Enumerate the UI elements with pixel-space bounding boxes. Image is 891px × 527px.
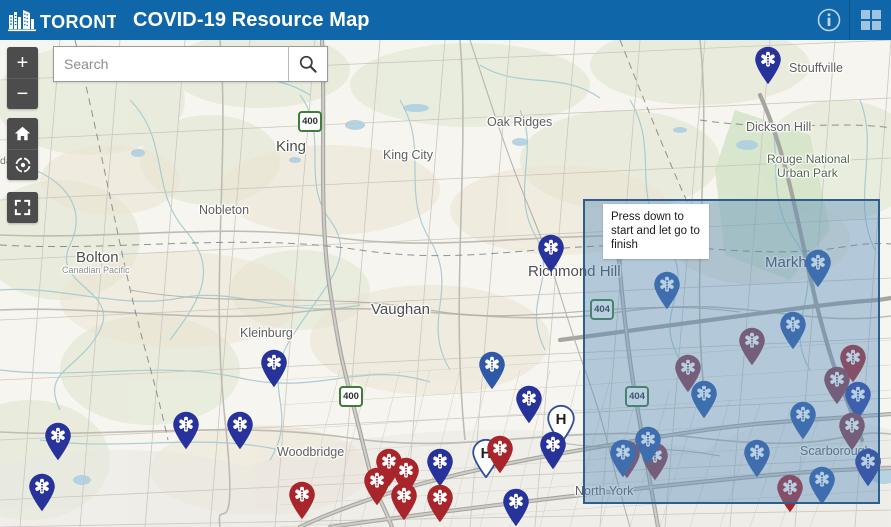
app-switcher-button[interactable] (849, 0, 891, 40)
ems-marker[interactable] (689, 379, 719, 419)
expand-icon (14, 199, 31, 216)
locate-button[interactable] (7, 149, 38, 180)
selection-tooltip: Press down to start and let go to finish (603, 204, 709, 259)
crosshair-icon (13, 156, 32, 174)
map-pin-icon (261, 349, 287, 388)
ems-marker[interactable] (287, 480, 317, 520)
ems-marker[interactable] (753, 45, 783, 85)
map-pin-icon (691, 380, 717, 419)
map-canvas[interactable]: Stouffville Dickson Hill Rouge National Urb… (0, 40, 891, 527)
ems-marker[interactable] (807, 465, 837, 505)
logo-wordmark: TORONTO (40, 12, 116, 32)
ems-marker[interactable] (742, 438, 772, 478)
map-pin-icon (29, 473, 55, 512)
app-header: TORONTO COVID-19 Resource Map (0, 0, 891, 40)
search-widget[interactable] (53, 46, 328, 82)
city-of-toronto-logo[interactable]: TORONTO (0, 0, 116, 40)
fullscreen-button[interactable] (7, 192, 38, 223)
map-pin-icon (540, 431, 566, 470)
map-pin-icon (755, 46, 781, 85)
ems-marker[interactable] (362, 466, 392, 506)
ems-marker[interactable] (389, 481, 419, 521)
grid-icon (860, 10, 881, 30)
map-pin-icon (805, 249, 831, 288)
ems-marker[interactable] (259, 348, 289, 388)
search-input[interactable] (54, 47, 288, 81)
map-pin-icon (739, 327, 765, 366)
map-pin-icon (487, 435, 513, 474)
header-actions (809, 0, 891, 40)
map-pin-icon (503, 488, 529, 527)
zoom-in-label: + (16, 51, 29, 74)
ems-marker[interactable] (853, 447, 883, 487)
map-pin-icon (635, 426, 661, 465)
map-pin-icon (227, 411, 253, 450)
search-button[interactable] (288, 47, 327, 81)
ems-marker[interactable] (501, 487, 531, 527)
zoom-in-button[interactable]: + (7, 47, 38, 78)
page-title: COVID-19 Resource Map (133, 8, 370, 31)
search-icon (299, 55, 317, 73)
ems-marker[interactable] (775, 473, 805, 513)
zoom-out-label: − (16, 83, 29, 105)
navigation-controls (7, 118, 38, 180)
map-pin-icon (809, 466, 835, 505)
ems-marker[interactable] (485, 434, 515, 474)
ems-marker[interactable] (225, 410, 255, 450)
ems-marker[interactable] (536, 233, 566, 273)
svg-text:H: H (556, 411, 567, 428)
ems-marker[interactable] (171, 410, 201, 450)
map-pin-icon (364, 467, 390, 506)
ems-marker[interactable] (837, 411, 867, 451)
map-pin-icon (45, 422, 71, 461)
ems-marker[interactable] (652, 270, 682, 310)
ems-marker[interactable] (538, 430, 568, 470)
map-pin-icon (427, 484, 453, 523)
map-pin-icon (516, 385, 542, 424)
zoom-controls: + − (7, 47, 38, 109)
ems-marker[interactable] (27, 472, 57, 512)
covid-resource-map-app: TORONTO COVID-19 Resource Map (0, 0, 891, 527)
map-pin-icon (839, 412, 865, 451)
home-icon (14, 126, 31, 141)
map-pin-icon (427, 448, 453, 487)
map-pin-icon (289, 481, 315, 520)
map-pin-icon (780, 311, 806, 350)
ems-marker[interactable] (477, 350, 507, 390)
ems-marker[interactable] (633, 425, 663, 465)
ems-marker[interactable] (778, 310, 808, 350)
map-pin-icon (391, 482, 417, 521)
info-icon (817, 8, 841, 32)
home-button[interactable] (7, 118, 38, 149)
map-pin-icon (654, 271, 680, 310)
ems-marker[interactable] (514, 384, 544, 424)
map-pin-icon (855, 448, 881, 487)
info-button[interactable] (809, 0, 849, 40)
ems-marker[interactable] (425, 447, 455, 487)
map-pin-icon (479, 351, 505, 390)
map-pin-icon (173, 411, 199, 450)
map-pin-icon (744, 439, 770, 478)
map-pin-icon (538, 234, 564, 273)
zoom-out-button[interactable]: − (7, 78, 38, 109)
ems-marker[interactable] (803, 248, 833, 288)
map-pin-icon (777, 474, 803, 513)
ems-marker[interactable] (43, 421, 73, 461)
fullscreen-controls (7, 192, 38, 223)
ems-marker[interactable] (425, 483, 455, 523)
ems-marker[interactable] (788, 400, 818, 440)
ems-marker[interactable] (737, 326, 767, 366)
map-pin-icon (790, 401, 816, 440)
